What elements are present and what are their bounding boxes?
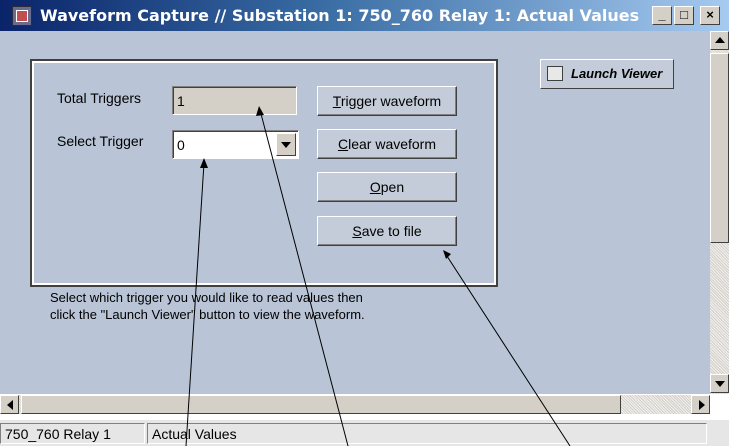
clear-waveform-label: lear waveform — [348, 136, 437, 152]
maximize-button[interactable]: □ — [674, 6, 694, 25]
title-bar[interactable]: Waveform Capture // Substation 1: 750_76… — [0, 0, 729, 31]
clear-waveform-mnemonic: C — [337, 136, 349, 152]
open-label: pen — [380, 179, 405, 195]
select-trigger-label: Select Trigger — [57, 133, 144, 149]
status-bar: 750_760 Relay 1 Actual Values — [0, 420, 729, 446]
open-mnemonic: O — [369, 179, 381, 195]
save-to-file-mnemonic: S — [352, 223, 362, 239]
horizontal-scroll-thumb[interactable] — [21, 395, 621, 414]
open-button[interactable]: Open — [317, 172, 457, 202]
trigger-waveform-button[interactable]: Trigger waveform — [317, 86, 457, 116]
save-to-file-label: ave to file — [361, 223, 422, 239]
status-view: Actual Values — [147, 423, 707, 444]
launch-viewer-button[interactable]: Launch Viewer — [540, 59, 674, 89]
launch-viewer-icon — [547, 66, 563, 81]
launch-viewer-label: Launch Viewer — [571, 66, 663, 81]
content-area: Total Triggers 1 Select Trigger 0 Trigge… — [0, 31, 710, 394]
trigger-waveform-label: rigger waveform — [340, 93, 442, 109]
waveform-capture-window: Waveform Capture // Substation 1: 750_76… — [0, 0, 729, 446]
close-button[interactable]: × — [700, 6, 720, 25]
scroll-down-icon[interactable] — [710, 374, 729, 393]
app-icon[interactable] — [12, 6, 32, 26]
instructions-text: Select which trigger you would like to r… — [50, 290, 365, 322]
vertical-scroll-thumb[interactable] — [710, 53, 729, 243]
scroll-right-icon[interactable] — [691, 395, 710, 414]
trigger-waveform-mnemonic: T — [332, 93, 341, 109]
clear-waveform-button[interactable]: Clear waveform — [317, 129, 457, 159]
window-title: Waveform Capture // Substation 1: 750_76… — [40, 6, 640, 25]
select-trigger-value: 0 — [177, 137, 185, 153]
scroll-left-icon[interactable] — [0, 395, 19, 414]
trigger-groupbox: Total Triggers 1 Select Trigger 0 Trigge… — [30, 59, 498, 287]
scroll-up-icon[interactable] — [710, 31, 729, 50]
select-trigger-dropdown[interactable]: 0 — [172, 130, 299, 159]
horizontal-scrollbar[interactable] — [0, 395, 710, 414]
save-to-file-button[interactable]: Save to file — [317, 216, 457, 246]
vertical-scrollbar[interactable] — [710, 31, 729, 394]
minimize-button[interactable]: _ — [652, 6, 672, 25]
total-triggers-field: 1 — [172, 86, 297, 115]
status-device: 750_760 Relay 1 — [0, 423, 145, 444]
total-triggers-label: Total Triggers — [57, 90, 142, 106]
dropdown-arrow-icon[interactable] — [276, 133, 296, 156]
